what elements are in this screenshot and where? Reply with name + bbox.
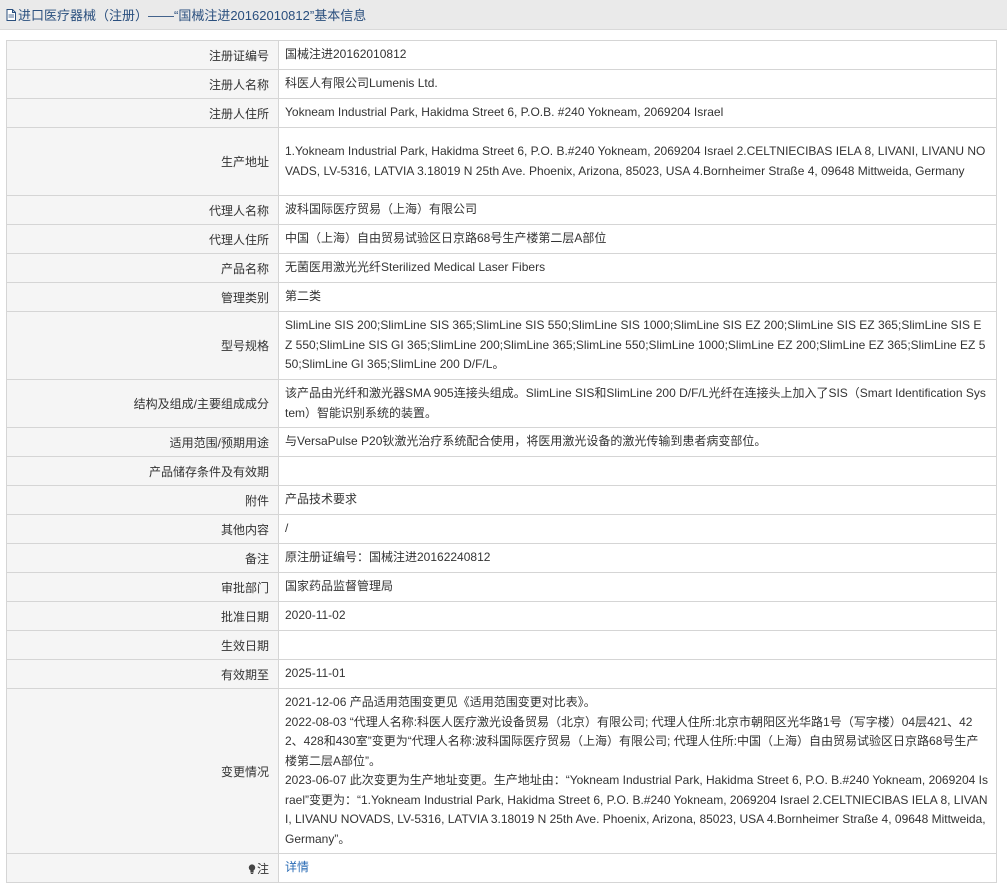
row-label: 适用范围/预期用途 [6, 427, 279, 457]
table-row: 代理人名称 波科国际医疗贸易（上海）有限公司 [6, 195, 997, 225]
table-row: 管理类别 第二类 [6, 282, 997, 312]
row-label: 结构及组成/主要组成成分 [6, 379, 279, 428]
row-value: 原注册证编号：国械注进20162240812 [278, 543, 997, 573]
row-label: 变更情况 [6, 688, 279, 854]
change-entry: 2023-06-07 此次变更为生产地址变更。生产地址由：“Yokneam In… [285, 773, 988, 846]
table-row: 代理人住所 中国（上海）自由贸易试验区日京路68号生产楼第二层A部位 [6, 224, 997, 254]
table-row: 批准日期 2020-11-02 [6, 601, 997, 631]
note-label-cell: 注 [6, 853, 279, 883]
details-link[interactable]: 详情 [285, 860, 309, 874]
row-label: 审批部门 [6, 572, 279, 602]
row-value: 科医人有限公司Lumenis Ltd. [278, 69, 997, 99]
note-value: 详情 [278, 853, 997, 883]
row-label: 生效日期 [6, 630, 279, 660]
table-row: 审批部门 国家药品监督管理局 [6, 572, 997, 602]
row-label: 型号规格 [6, 311, 279, 380]
table-row: 注册人住所 Yokneam Industrial Park, Hakidma S… [6, 98, 997, 128]
row-label: 其他内容 [6, 514, 279, 544]
lightbulb-icon [248, 863, 256, 874]
row-value [278, 456, 997, 486]
row-value: SlimLine SIS 200;SlimLine SIS 365;SlimLi… [278, 311, 997, 380]
change-history: 2021-12-06 产品适用范围变更见《适用范围变更对比表》。 2022-08… [278, 688, 997, 854]
row-value [278, 630, 997, 660]
row-label: 产品名称 [6, 253, 279, 283]
info-table: 注册证编号 国械注进20162010812 注册人名称 科医人有限公司Lumen… [6, 40, 997, 883]
page-title: 进口医疗器械（注册）——“国械注进20162010812”基本信息 [18, 8, 367, 23]
row-label: 注册证编号 [6, 40, 279, 70]
table-row: 备注 原注册证编号：国械注进20162240812 [6, 543, 997, 573]
change-entry: 2021-12-06 产品适用范围变更见《适用范围变更对比表》。 [285, 695, 596, 709]
row-label: 产品储存条件及有效期 [6, 456, 279, 486]
row-value: 无菌医用激光光纤Sterilized Medical Laser Fibers [278, 253, 997, 283]
row-label: 注册人住所 [6, 98, 279, 128]
table-row: 注册人名称 科医人有限公司Lumenis Ltd. [6, 69, 997, 99]
row-label: 管理类别 [6, 282, 279, 312]
table-row: 生效日期 [6, 630, 997, 660]
table-row: 产品名称 无菌医用激光光纤Sterilized Medical Laser Fi… [6, 253, 997, 283]
table-row: 产品储存条件及有效期 [6, 456, 997, 486]
row-label: 有效期至 [6, 659, 279, 689]
row-value: 国械注进20162010812 [278, 40, 997, 70]
table-row: 附件 产品技术要求 [6, 485, 997, 515]
row-label: 批准日期 [6, 601, 279, 631]
row-label: 生产地址 [6, 127, 279, 196]
row-value: 波科国际医疗贸易（上海）有限公司 [278, 195, 997, 225]
row-label: 代理人名称 [6, 195, 279, 225]
row-label: 备注 [6, 543, 279, 573]
row-value: 该产品由光纤和激光器SMA 905连接头组成。SlimLine SIS和Slim… [278, 379, 997, 428]
note-row: 注 详情 [6, 853, 997, 883]
table-row: 适用范围/预期用途 与VersaPulse P20钬激光治疗系统配合使用，将医用… [6, 427, 997, 457]
row-value: 2020-11-02 [278, 601, 997, 631]
table-row: 注册证编号 国械注进20162010812 [6, 40, 997, 70]
row-label: 代理人住所 [6, 224, 279, 254]
row-value: 1.Yokneam Industrial Park, Hakidma Stree… [278, 127, 997, 196]
table-row: 有效期至 2025-11-01 [6, 659, 997, 689]
table-row: 型号规格 SlimLine SIS 200;SlimLine SIS 365;S… [6, 311, 997, 380]
row-value: 国家药品监督管理局 [278, 572, 997, 602]
info-table-container: 注册证编号 国械注进20162010812 注册人名称 科医人有限公司Lumen… [6, 40, 997, 883]
row-value: 产品技术要求 [278, 485, 997, 515]
row-label: 附件 [6, 485, 279, 515]
table-row: 结构及组成/主要组成成分 该产品由光纤和激光器SMA 905连接头组成。Slim… [6, 379, 997, 428]
table-row: 其他内容 / [6, 514, 997, 544]
row-value: 与VersaPulse P20钬激光治疗系统配合使用，将医用激光设备的激光传输到… [278, 427, 997, 457]
change-history-row: 变更情况 2021-12-06 产品适用范围变更见《适用范围变更对比表》。 20… [6, 688, 997, 854]
row-value: / [278, 514, 997, 544]
row-label: 注册人名称 [6, 69, 279, 99]
page-header: 进口医疗器械（注册）——“国械注进20162010812”基本信息 [0, 0, 1007, 30]
row-value: Yokneam Industrial Park, Hakidma Street … [278, 98, 997, 128]
table-row: 生产地址 1.Yokneam Industrial Park, Hakidma … [6, 127, 997, 196]
change-entry: 2022-08-03 “代理人名称:科医人医疗激光设备贸易（北京）有限公司; 代… [285, 714, 979, 768]
row-value: 第二类 [278, 282, 997, 312]
document-icon [6, 8, 16, 21]
row-value: 2025-11-01 [278, 659, 997, 689]
row-value: 中国（上海）自由贸易试验区日京路68号生产楼第二层A部位 [278, 224, 997, 254]
note-label: 注 [256, 861, 269, 876]
